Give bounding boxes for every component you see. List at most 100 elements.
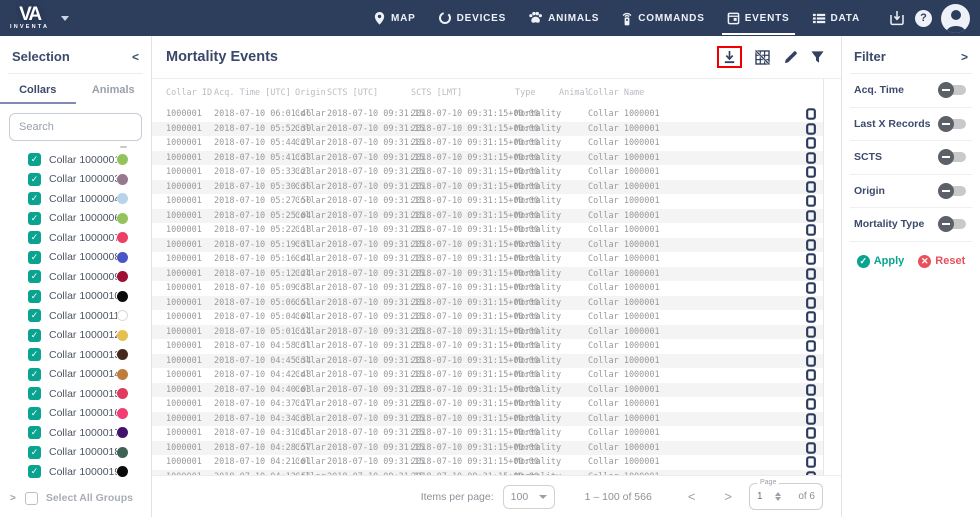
collar-badge-icon[interactable] [797,355,823,367]
table-row[interactable]: 1000001 2018-07-10 04:40:03 Collar 2018-… [152,383,823,398]
collar-badge-icon[interactable] [797,108,823,120]
table-row[interactable]: 1000001 2018-07-10 04:34:30 Collar 2018-… [152,412,823,427]
table-row[interactable]: 1000001 2018-07-10 05:01:14 Collar 2018-… [152,325,823,340]
table-row[interactable]: 1000001 2018-07-10 05:25:04 Collar 2018-… [152,209,823,224]
expand-groups-icon[interactable]: > [10,493,16,504]
collar-badge-icon[interactable] [797,137,823,149]
collar-badge-icon[interactable] [797,413,823,425]
nav-item-animals[interactable]: ANIMALS [517,0,610,36]
collar-badge-icon[interactable] [797,282,823,294]
table-row[interactable]: 1000001 2018-07-10 04:58:31 Collar 2018-… [152,339,823,354]
nav-item-map[interactable]: MAP [362,0,427,36]
table-row[interactable]: 1000001 2018-07-10 05:06:51 Collar 2018-… [152,296,823,311]
filter-toggle[interactable] [940,119,966,129]
page-stepper[interactable] [775,492,781,501]
table-row[interactable]: 1000001 2018-07-10 05:12:24 Collar 2018-… [152,267,823,282]
tab-collars[interactable]: Collars [0,76,76,104]
select-all-checkbox[interactable] [25,492,38,505]
filter-toggle[interactable] [940,85,966,95]
table-row[interactable]: 1000001 2018-07-10 04:37:17 Collar 2018-… [152,397,823,412]
page-number-value[interactable]: 1 [757,491,763,502]
collar-checkbox[interactable]: ✓ [28,329,41,342]
brand-dropdown-caret[interactable] [61,16,69,21]
table-row[interactable]: 1000001 2018-07-10 05:04:04 Collar 2018-… [152,310,823,325]
collar-badge-icon[interactable] [797,427,823,439]
table-row[interactable]: 1000001 2018-07-10 05:22:18 Collar 2018-… [152,223,823,238]
table-row[interactable]: 1000001 2018-07-10 05:09:38 Collar 2018-… [152,281,823,296]
collar-checkbox[interactable]: ✓ [28,231,41,244]
collar-badge-icon[interactable] [797,239,823,251]
items-per-page-select[interactable]: 100 [503,485,555,509]
collar-checkbox[interactable]: ✓ [28,290,41,303]
collar-badge-icon[interactable] [797,152,823,164]
filter-toggle[interactable] [940,152,966,162]
edit-icon[interactable] [783,50,798,65]
download-icon[interactable] [722,49,737,65]
brand[interactable]: VA INVENTA [10,5,69,31]
table-row[interactable]: 1000001 2018-07-10 05:33:23 Collar 2018-… [152,165,823,180]
table-row[interactable]: 1000001 2018-07-10 05:52:39 Collar 2018-… [152,122,823,137]
table-row[interactable]: 1000001 2018-07-10 04:31:45 Collar 2018-… [152,426,823,441]
nav-item-data[interactable]: DATA [801,0,872,36]
collar-badge-icon[interactable] [797,369,823,381]
help-icon[interactable]: ? [915,10,932,27]
collar-badge-icon[interactable] [797,456,823,468]
collar-badge-icon[interactable] [797,384,823,396]
next-page-button[interactable]: > [724,489,732,504]
collar-badge-icon[interactable] [797,340,823,352]
collar-checkbox[interactable]: ✓ [28,309,41,322]
collar-badge-icon[interactable] [797,268,823,280]
grid-off-icon[interactable] [754,49,771,66]
previous-page-button[interactable]: < [688,489,696,504]
nav-item-commands[interactable]: COMMANDS [610,0,715,36]
table-row[interactable]: 1000001 2018-07-10 05:30:36 Collar 2018-… [152,180,823,195]
filter-toggle[interactable] [940,219,966,229]
table-row[interactable]: 1000001 2018-07-10 06:01:46 Collar 2018-… [152,107,823,122]
collar-badge-icon[interactable] [797,253,823,265]
export-session-icon[interactable] [889,10,906,26]
collar-badge-icon[interactable] [797,224,823,236]
collar-checkbox[interactable]: ✓ [28,192,41,205]
collar-badge-icon[interactable] [797,398,823,410]
collar-badge-icon[interactable] [797,442,823,454]
collar-badge-icon[interactable] [797,181,823,193]
nav-item-devices[interactable]: DEVICES [427,0,518,36]
collar-badge-icon[interactable] [797,166,823,178]
collar-checkbox[interactable]: ✓ [28,348,41,361]
filter-toggle[interactable] [940,186,966,196]
collar-checkbox[interactable]: ✓ [28,446,41,459]
filter-icon[interactable] [810,50,825,64]
avatar[interactable] [941,4,970,33]
collar-badge-icon[interactable] [797,210,823,222]
table-row[interactable]: 1000001 2018-07-10 05:19:31 Collar 2018-… [152,238,823,253]
table-row[interactable]: 1000001 2018-07-10 05:41:33 Collar 2018-… [152,151,823,166]
collar-checkbox[interactable]: ✓ [28,270,41,283]
collar-checkbox[interactable]: ✓ [28,465,41,478]
collar-checkbox[interactable]: ✓ [28,153,41,166]
collar-badge-icon[interactable] [797,123,823,135]
collar-checkbox[interactable]: ✓ [28,426,41,439]
collar-badge-icon[interactable] [797,297,823,309]
collar-badge-icon[interactable] [797,326,823,338]
table-row[interactable]: 1000001 2018-07-10 04:28:57 Collar 2018-… [152,441,823,456]
collar-badge-icon[interactable] [797,195,823,207]
collar-checkbox[interactable]: ✓ [28,387,41,400]
reset-button[interactable]: ✕ Reset [918,255,965,268]
table-row[interactable]: 1000001 2018-07-10 05:44:29 Collar 2018-… [152,136,823,151]
nav-item-events[interactable]: EVENTS [716,0,801,36]
collapse-panel-icon[interactable]: < [132,50,139,64]
tab-animals[interactable]: Animals [76,76,152,104]
table-row[interactable]: 1000001 2018-07-10 04:42:48 Collar 2018-… [152,368,823,383]
table-row[interactable]: 1000001 2018-07-10 05:16:44 Collar 2018-… [152,252,823,267]
collar-checkbox[interactable]: ✓ [28,251,41,264]
collar-checkbox[interactable]: ✓ [28,407,41,420]
search-input[interactable] [9,113,142,141]
collar-badge-icon[interactable] [797,311,823,323]
page-number-field[interactable]: Page 1 of 6 [749,483,823,510]
collapse-filter-icon[interactable]: > [961,50,968,64]
table-row[interactable]: 1000001 2018-07-10 04:45:34 Collar 2018-… [152,354,823,369]
table-row[interactable]: 1000001 2018-07-10 05:27:50 Collar 2018-… [152,194,823,209]
collar-checkbox[interactable]: ✓ [28,368,41,381]
collar-checkbox[interactable]: ✓ [28,212,41,225]
table-row[interactable]: 1000001 2018-07-10 04:21:01 Collar 2018-… [152,455,823,470]
